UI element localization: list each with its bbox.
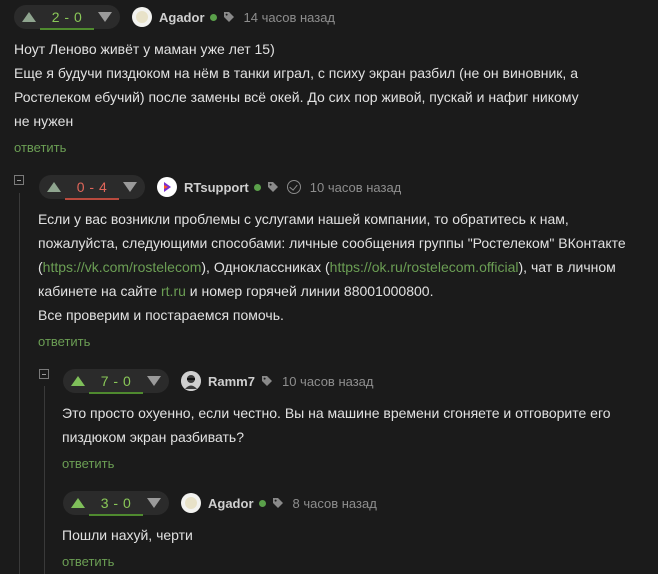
- comment-line: (https://vk.com/rostelecom), Одноклассни…: [38, 255, 626, 279]
- online-indicator: [258, 499, 266, 507]
- comment-body: Это просто охуенно, если честно. Вы на м…: [62, 401, 611, 449]
- reply-button[interactable]: ответить: [14, 140, 66, 155]
- tag-icon: [267, 181, 279, 193]
- avatar[interactable]: [181, 371, 201, 391]
- avatar[interactable]: [157, 177, 177, 197]
- downvote-icon[interactable]: [97, 12, 112, 22]
- comment-line: Еще я будучи пиздюком на нём в танки игр…: [14, 65, 578, 81]
- comment-line: пиздюком экран разбивать?: [62, 429, 244, 445]
- rt-link[interactable]: rt.ru: [161, 283, 186, 299]
- comment-line: Все проверим и постараемся помочь.: [38, 307, 284, 323]
- comment-line: Ростелеком ебучий) после замены всё окей…: [14, 89, 579, 105]
- author-name[interactable]: Agador: [208, 496, 254, 511]
- comment-header: 3 - 0 Agador 8 часов назад: [63, 491, 377, 516]
- comment-body: Если у вас возникли проблемы с услугами …: [38, 207, 626, 327]
- text-fragment: ), Одноклассниках (: [201, 259, 330, 275]
- rating-widget: 7 - 0: [63, 369, 169, 394]
- comment-line: Пошли нахуй, черти: [62, 527, 193, 543]
- author-name[interactable]: Ramm7: [208, 374, 255, 389]
- text-fragment: и номер горячей линии 88001000800.: [185, 283, 434, 299]
- thread-line: [19, 193, 20, 574]
- text-fragment: ), чат в личном: [518, 259, 616, 275]
- comment-body: Пошли нахуй, черти: [62, 523, 193, 547]
- author-name[interactable]: RTsupport: [184, 180, 249, 195]
- upvote-icon[interactable]: [71, 376, 85, 386]
- tag-icon: [272, 497, 284, 509]
- downvote-icon[interactable]: [146, 498, 161, 508]
- comment-line: пожалуйста, следующими способами: личные…: [38, 235, 626, 251]
- comment-header: 2 - 0 Agador 14 часов назад: [14, 5, 336, 30]
- comment-header: 7 - 0 Ramm7 10 часов назад: [63, 369, 374, 394]
- downvote-icon[interactable]: [146, 376, 161, 386]
- avatar[interactable]: [132, 7, 152, 27]
- avatar[interactable]: [181, 493, 201, 513]
- rating-bar: [65, 198, 119, 200]
- comment-line: кабинете на сайте rt.ru и номер горячей …: [38, 279, 626, 303]
- comment-body: Ноут Леново живёт у маман уже лет 15) Ещ…: [14, 37, 579, 133]
- tag-icon: [261, 375, 273, 387]
- rating-widget: 0 - 4: [39, 175, 145, 200]
- comment-line: Ноут Леново живёт у маман уже лет 15): [14, 41, 275, 57]
- rating-value: 7 - 0: [100, 373, 132, 389]
- author-name[interactable]: Agador: [159, 10, 205, 25]
- upvote-icon[interactable]: [22, 12, 36, 22]
- upvote-icon[interactable]: [47, 182, 61, 192]
- vk-link[interactable]: https://vk.com/rostelecom: [43, 259, 202, 275]
- comment-header: 0 - 4 RTsupport 10 часов назад: [39, 175, 402, 200]
- rating-widget: 2 - 0: [14, 5, 120, 30]
- thread-line: [44, 386, 45, 574]
- timestamp: 14 часов назад: [243, 9, 336, 25]
- timestamp: 10 часов назад: [309, 179, 402, 195]
- collapse-icon[interactable]: [14, 175, 24, 185]
- reply-button[interactable]: ответить: [38, 334, 90, 349]
- reply-button[interactable]: ответить: [62, 456, 114, 471]
- tag-icon: [223, 11, 235, 23]
- reply-button[interactable]: ответить: [62, 554, 114, 569]
- collapse-icon[interactable]: [39, 369, 49, 379]
- comment-line: не нужен: [14, 113, 74, 129]
- comment-line: Если у вас возникли проблемы с услугами …: [38, 211, 569, 227]
- comment-line: Это просто охуенно, если честно. Вы на м…: [62, 405, 611, 421]
- upvote-icon[interactable]: [71, 498, 85, 508]
- downvote-icon[interactable]: [122, 182, 137, 192]
- text-fragment: кабинете на сайте: [38, 283, 161, 299]
- timestamp: 8 часов назад: [292, 495, 377, 511]
- rating-value: 0 - 4: [76, 179, 108, 195]
- rating-value: 3 - 0: [100, 495, 132, 511]
- timestamp: 10 часов назад: [281, 373, 374, 389]
- ok-link[interactable]: https://ok.ru/rostelecom.official: [330, 259, 519, 275]
- online-indicator: [253, 183, 261, 191]
- rating-bar: [89, 514, 143, 516]
- online-indicator: [209, 13, 217, 21]
- rating-bar: [89, 392, 143, 394]
- rating-bar: [40, 28, 94, 30]
- verified-check-icon: [286, 180, 301, 194]
- rating-value: 2 - 0: [51, 9, 83, 25]
- rating-widget: 3 - 0: [63, 491, 169, 516]
